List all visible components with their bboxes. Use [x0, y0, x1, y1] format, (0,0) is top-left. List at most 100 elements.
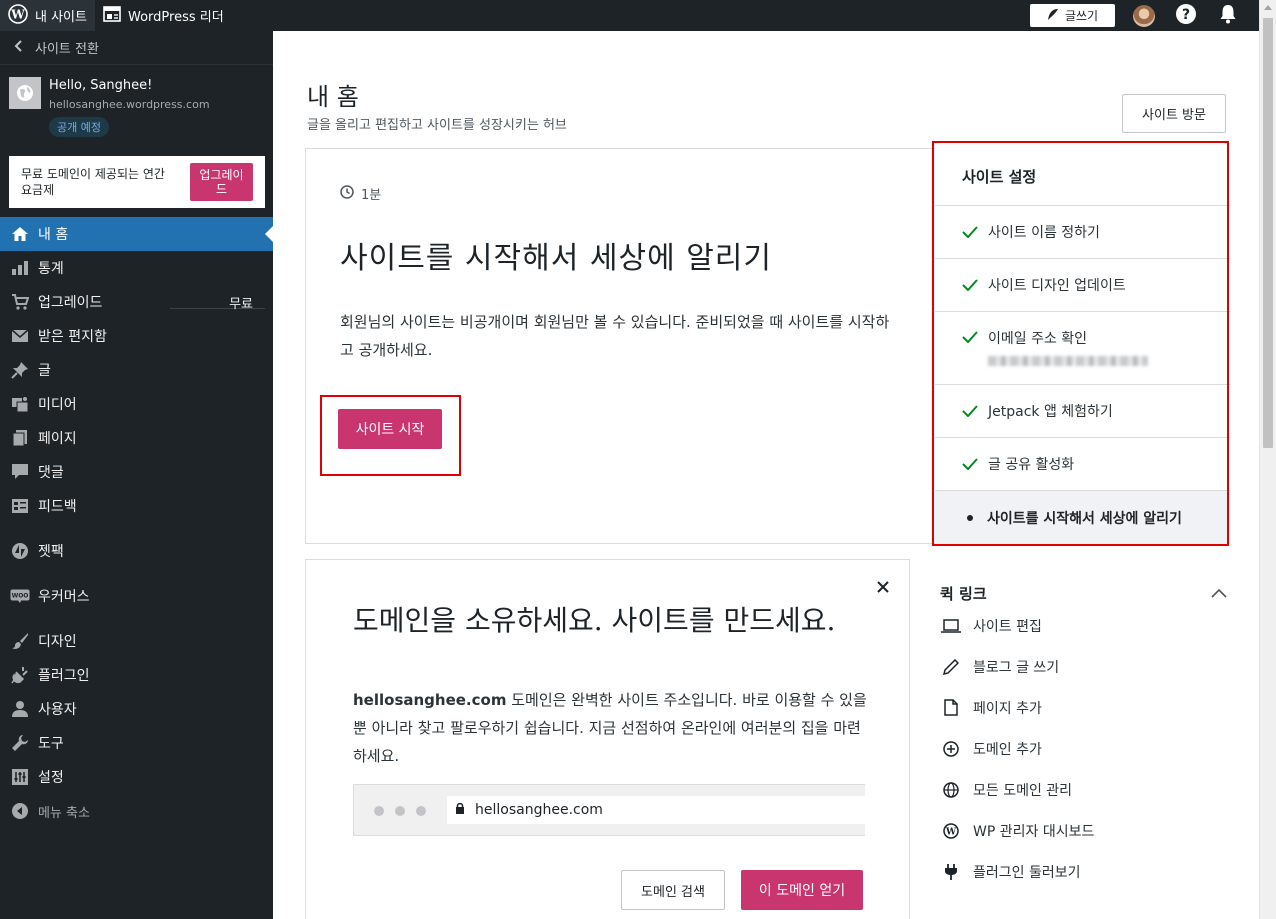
- sidebar-item-media[interactable]: 미디어: [0, 387, 273, 421]
- collapse-menu-button[interactable]: 메뉴 축소: [0, 794, 273, 828]
- page-icon: [940, 698, 962, 718]
- help-icon: ?: [1176, 3, 1196, 28]
- jetpack-icon: [10, 541, 30, 561]
- svg-text:WOO: WOO: [12, 593, 29, 600]
- mail-icon: [10, 326, 30, 346]
- quick-link-label: WP 관리자 대시보드: [973, 823, 1095, 840]
- close-icon[interactable]: [876, 579, 890, 598]
- scroll-up-arrow-icon[interactable]: [1264, 5, 1272, 10]
- sidebar-item-label: 우커머스: [38, 589, 90, 605]
- sidebar-item-label: 통계: [38, 261, 64, 277]
- sidebar-item-settings[interactable]: 설정: [0, 760, 273, 794]
- quick-links-header[interactable]: 퀵 링크: [940, 581, 1230, 605]
- quick-link-add-page[interactable]: 페이지 추가: [940, 687, 1230, 728]
- sidebar-item-label: 글: [38, 363, 51, 379]
- sidebar-item-label: 젯팩: [38, 544, 64, 560]
- task-title: 사이트를 시작해서 세상에 알리기: [340, 241, 773, 276]
- write-button[interactable]: 글쓰기: [1030, 4, 1115, 27]
- sidebar-item-upgrades[interactable]: 업그레이드 무료: [0, 285, 273, 319]
- quick-link-label: 페이지 추가: [973, 700, 1042, 717]
- quick-links-title: 퀵 링크: [940, 584, 987, 603]
- sidebar-item-jetpack[interactable]: 젯팩: [0, 534, 273, 568]
- reader-menu[interactable]: WordPress 리더: [95, 0, 232, 31]
- svg-text:W: W: [945, 827, 957, 837]
- sidebar-item-label: 플러그인: [38, 668, 90, 684]
- quick-link-browse-plugins[interactable]: 플러그인 둘러보기: [940, 851, 1230, 892]
- chevron-up-icon[interactable]: [1211, 584, 1227, 602]
- sidebar-item-label: 사용자: [38, 702, 77, 718]
- sidebar-item-label: 페이지: [38, 431, 77, 447]
- feather-icon: [1047, 8, 1065, 24]
- notifications-button[interactable]: [1217, 4, 1239, 27]
- help-button[interactable]: ?: [1175, 3, 1197, 28]
- woo-icon: WOO: [10, 586, 30, 606]
- upgrade-nudge-text: 무료 도메인이 제공되는 연간 요금제: [21, 167, 165, 197]
- plugin-icon: [10, 665, 30, 685]
- chevron-left-icon: [14, 39, 23, 56]
- upgrade-button[interactable]: 업그레이드: [190, 163, 253, 201]
- pin-icon: [10, 360, 30, 380]
- sidebar-item-plugins[interactable]: 플러그인: [0, 658, 273, 692]
- settings-icon: [10, 767, 30, 787]
- sidebar-item-label: 내 홈: [38, 227, 69, 243]
- site-status-badge: 공개 예정: [49, 117, 109, 137]
- sidebar-item-label: 디자인: [38, 634, 77, 650]
- sidebar-item-comments[interactable]: 댓글: [0, 455, 273, 489]
- current-site-card[interactable]: Hello, Sanghee! hellosanghee.wordpress.c…: [0, 65, 273, 153]
- wordpress-icon: W: [940, 821, 962, 841]
- sidebar-item-label: 설정: [38, 770, 64, 786]
- sidebar-item-inbox[interactable]: 받은 편지함: [0, 319, 273, 353]
- scroll-thumb[interactable]: [1263, 18, 1273, 448]
- visit-site-button[interactable]: 사이트 방문: [1122, 94, 1226, 133]
- collapse-menu-label: 메뉴 축소: [38, 805, 90, 821]
- cart-icon: [10, 292, 30, 312]
- page-scrollbar[interactable]: [1259, 0, 1276, 919]
- domain-card-description: hellosanghee.com 도메인은 완벽한 사이트 주소입니다. 바로 …: [353, 686, 868, 770]
- sidebar-item-label: 도구: [38, 736, 64, 752]
- sidebar-item-design[interactable]: 디자인: [0, 624, 273, 658]
- url-text: hellosanghee.com: [475, 802, 603, 818]
- sidebar-item-users[interactable]: 사용자: [0, 692, 273, 726]
- site-url: hellosanghee.wordpress.com: [49, 98, 210, 111]
- sidebar-item-posts[interactable]: 글: [0, 353, 273, 387]
- sidebar-item-stats[interactable]: 통계: [0, 251, 273, 285]
- sidebar-item-label: 업그레이드: [38, 295, 103, 311]
- write-label: 글쓰기: [1064, 9, 1099, 23]
- page-title: 내 홈: [307, 83, 359, 111]
- sidebar-item-woocommerce[interactable]: WOO 우커머스: [0, 579, 273, 613]
- quick-link-write-post[interactable]: 블로그 글 쓰기: [940, 646, 1230, 687]
- sidebar-item-pages[interactable]: 페이지: [0, 421, 273, 455]
- search-domain-button[interactable]: 도메인 검색: [621, 870, 725, 910]
- site-icon: [9, 77, 41, 109]
- switch-site-button[interactable]: 사이트 전환: [0, 31, 273, 65]
- my-site-label: 내 사이트: [35, 10, 87, 25]
- quick-link-manage-domains[interactable]: 모든 도메인 관리: [940, 769, 1230, 810]
- media-icon: [10, 394, 30, 414]
- sidebar-item-feedback[interactable]: 피드백: [0, 489, 273, 523]
- clock-icon: [340, 184, 361, 203]
- highlight-box-launch: [320, 395, 461, 476]
- get-domain-button[interactable]: 이 도메인 얻기: [741, 870, 863, 910]
- my-site-menu[interactable]: W 내 사이트: [0, 0, 95, 31]
- quick-links: 퀵 링크 사이트 편집 블로그 글 쓰기 페이지 추가 도메인 추가 모든 도메…: [940, 581, 1230, 892]
- quick-link-add-domain[interactable]: 도메인 추가: [940, 728, 1230, 769]
- profile-button[interactable]: [1133, 4, 1155, 27]
- upgrade-nudge: 무료 도메인이 제공되는 연간 요금제 업그레이드: [9, 156, 265, 208]
- wrench-icon: [10, 733, 30, 753]
- quick-link-wp-admin[interactable]: W WP 관리자 대시보드: [940, 810, 1230, 851]
- laptop-icon: [940, 616, 962, 636]
- user-icon: [10, 699, 30, 719]
- switch-site-label: 사이트 전환: [35, 42, 99, 57]
- sidebar-item-home[interactable]: 내 홈: [0, 217, 273, 251]
- wordpress-logo-icon: W: [8, 3, 35, 28]
- task-description: 회원님의 사이트는 비공개이며 회원님만 볼 수 있습니다. 준비되었을 때 사…: [340, 313, 890, 359]
- page-subtitle: 글을 올리고 편집하고 사이트를 성장시키는 허브: [307, 118, 567, 133]
- pages-icon: [10, 428, 30, 448]
- quick-link-edit-site[interactable]: 사이트 편집: [940, 605, 1230, 646]
- domain-card-title: 도메인을 소유하세요. 사이트를 만드세요.: [353, 604, 836, 637]
- sidebar-item-tools[interactable]: 도구: [0, 726, 273, 760]
- browser-mockup: hellosanghee.com: [353, 784, 866, 836]
- avatar: [1133, 4, 1155, 27]
- sidebar-item-label: 피드백: [38, 499, 77, 515]
- sidebar-item-label: 댓글: [38, 465, 64, 481]
